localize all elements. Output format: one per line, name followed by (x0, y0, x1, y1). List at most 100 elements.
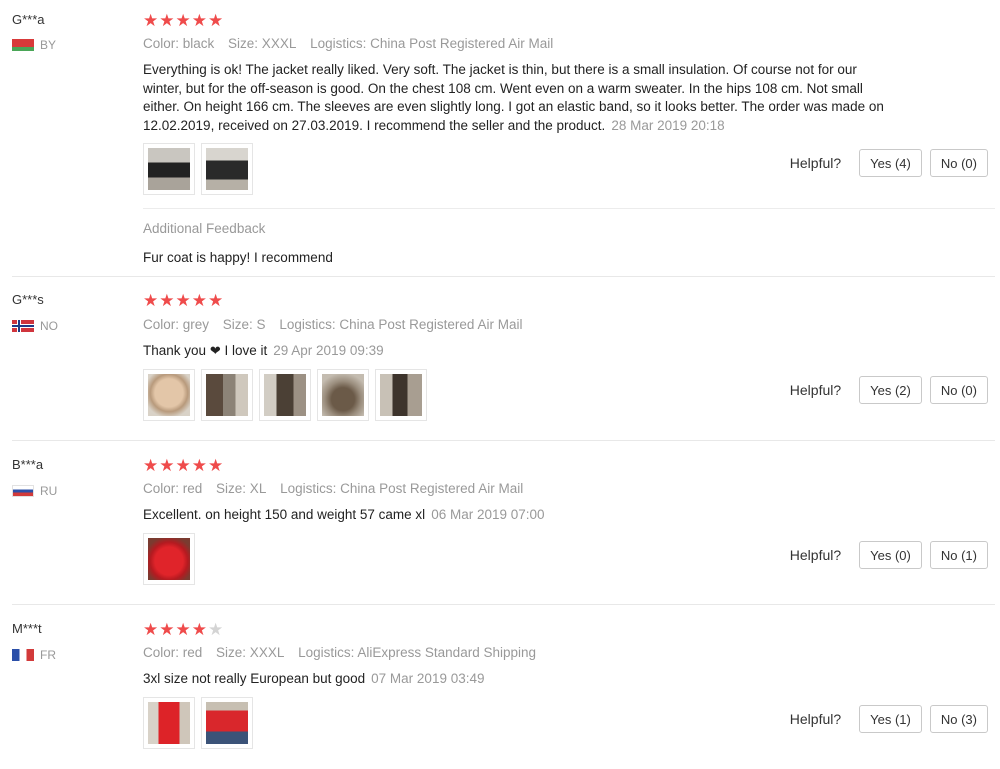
order-size: Size: XL (216, 481, 267, 496)
country-code: BY (40, 38, 57, 52)
order-info: Color: grey Size: S Logistics: China Pos… (143, 317, 532, 332)
review-photo-thumb[interactable] (201, 697, 253, 749)
order-size: Size: S (222, 317, 266, 332)
star-icon: ★ (208, 291, 224, 310)
star-icon: ★ (208, 456, 224, 475)
review-photo-thumb[interactable] (143, 369, 195, 421)
review-body: 3xl size not really European but good (143, 671, 366, 686)
review-photos (143, 143, 253, 195)
star-icon: ★ (175, 11, 191, 30)
helpful-yes-button[interactable]: Yes (0) (859, 541, 922, 569)
order-logistics: Logistics: AliExpress Standard Shipping (298, 645, 536, 660)
helpful-yes-button[interactable]: Yes (2) (859, 376, 922, 404)
additional-feedback-text: Fur coat is happy! I recommend (143, 250, 333, 265)
star-icon: ★ (208, 11, 224, 30)
order-color: Color: red (143, 481, 203, 496)
star-icon: ★ (191, 11, 207, 30)
rating-stars: ★ ★ ★ ★ ★ (143, 621, 223, 638)
helpful-no-button[interactable]: No (0) (929, 149, 988, 177)
additional-feedback-title: Additional Feedback (143, 221, 266, 236)
star-icon: ★ (191, 456, 207, 475)
reviewer-name: B***a (12, 457, 44, 472)
review-date: 29 Apr 2019 09:39 (273, 343, 384, 358)
star-icon: ★ (191, 620, 207, 639)
country-code: NO (40, 319, 58, 333)
flag-no-icon (12, 320, 34, 332)
review-photo-thumb[interactable] (143, 533, 195, 585)
review-text: 3xl size not really European but good 07 … (143, 670, 888, 689)
helpful-label: Helpful? (789, 711, 842, 727)
review-photo-thumb[interactable] (201, 143, 253, 195)
reviewer-country: FR (12, 648, 56, 662)
star-icon: ★ (143, 620, 159, 639)
review-divider (12, 440, 995, 441)
order-color: Color: black (143, 36, 215, 51)
reviewer-name: G***a (12, 12, 45, 27)
star-icon: ★ (191, 291, 207, 310)
helpful-label: Helpful? (789, 155, 842, 171)
reviewer-country: NO (12, 319, 58, 333)
review-photo-thumb[interactable] (375, 369, 427, 421)
order-logistics: Logistics: China Post Registered Air Mai… (280, 481, 524, 496)
helpful-label: Helpful? (789, 382, 842, 398)
star-icon: ★ (159, 291, 175, 310)
helpful-no-button[interactable]: No (3) (929, 705, 988, 733)
reviewer-country: RU (12, 484, 57, 498)
order-info: Color: red Size: XXXL Logistics: AliExpr… (143, 645, 546, 660)
star-icon: ★ (175, 620, 191, 639)
review-text: Everything is ok! The jacket really like… (143, 61, 888, 135)
star-icon: ★ (159, 456, 175, 475)
rating-stars: ★ ★ ★ ★ ★ (143, 292, 223, 309)
review-date: 28 Mar 2019 20:18 (611, 117, 725, 133)
star-icon: ★ (143, 456, 159, 475)
review-body-end: I love it (224, 343, 268, 358)
star-icon: ★ (159, 11, 175, 30)
flag-ru-icon (12, 485, 34, 497)
review-photo-thumb[interactable] (143, 697, 195, 749)
heart-icon: ❤ (209, 343, 221, 358)
reviewer-name: M***t (12, 621, 42, 636)
review-photo-thumb[interactable] (317, 369, 369, 421)
star-empty-icon: ★ (208, 620, 224, 639)
order-color: Color: red (143, 645, 203, 660)
review-body: Everything is ok! The jacket really like… (143, 62, 884, 133)
order-logistics: Logistics: China Post Registered Air Mai… (310, 36, 554, 51)
rating-stars: ★ ★ ★ ★ ★ (143, 12, 223, 29)
helpful-no-button[interactable]: No (0) (929, 376, 988, 404)
order-color: Color: grey (143, 317, 210, 332)
review-divider (12, 604, 995, 605)
review-photo-thumb[interactable] (201, 369, 253, 421)
review-text: Thank you ❤ I love it 29 Apr 2019 09:39 (143, 342, 888, 361)
rating-stars: ★ ★ ★ ★ ★ (143, 457, 223, 474)
review-body-start: Thank you (143, 343, 207, 358)
helpful-no-button[interactable]: No (1) (929, 541, 988, 569)
star-icon: ★ (143, 11, 159, 30)
star-icon: ★ (143, 291, 159, 310)
review-divider (12, 276, 995, 277)
divider (143, 208, 995, 209)
helpful-label: Helpful? (789, 547, 842, 563)
review-body: Excellent. on height 150 and weight 57 c… (143, 507, 426, 522)
helpful-yes-button[interactable]: Yes (1) (859, 705, 922, 733)
reviewer-name: G***s (12, 292, 44, 307)
helpful-vote: Helpful? Yes (1) No (3) (790, 705, 988, 733)
star-icon: ★ (175, 291, 191, 310)
helpful-vote: Helpful? Yes (4) No (0) (790, 149, 988, 177)
order-logistics: Logistics: China Post Registered Air Mai… (279, 317, 523, 332)
review-photos (143, 533, 195, 585)
review-photos (143, 369, 427, 421)
review-photo-thumb[interactable] (143, 143, 195, 195)
order-info: Color: red Size: XL Logistics: China Pos… (143, 481, 533, 496)
review-photo-thumb[interactable] (259, 369, 311, 421)
review-text: Excellent. on height 150 and weight 57 c… (143, 506, 888, 525)
country-code: RU (40, 484, 58, 498)
flag-fr-icon (12, 649, 34, 661)
order-info: Color: black Size: XXXL Logistics: China… (143, 36, 563, 51)
review-date: 07 Mar 2019 03:49 (371, 671, 485, 686)
order-size: Size: XXXL (228, 36, 297, 51)
helpful-vote: Helpful? Yes (2) No (0) (790, 376, 988, 404)
helpful-yes-button[interactable]: Yes (4) (859, 149, 922, 177)
review-photos (143, 697, 253, 749)
order-size: Size: XXXL (216, 645, 285, 660)
country-code: FR (40, 648, 56, 662)
